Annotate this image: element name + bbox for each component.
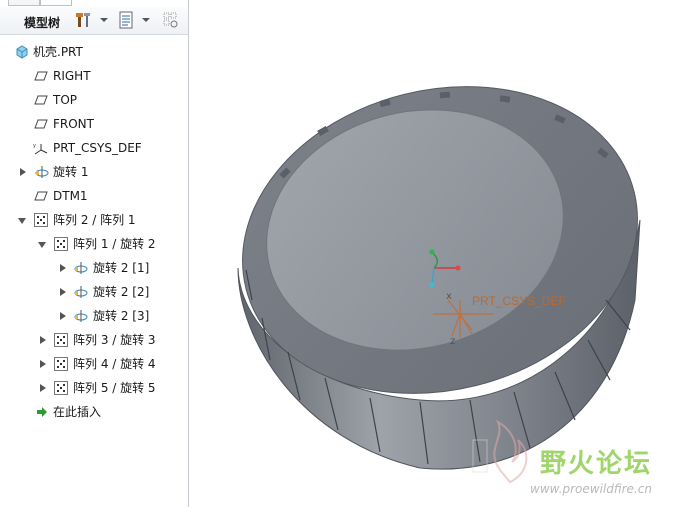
- panel-tabs: [8, 0, 78, 6]
- datum-plane-icon: [34, 189, 48, 203]
- tree-item-label: 阵列 4 / 旋转 4: [73, 357, 156, 371]
- model-tree-panel: 模型树 机壳.PRT RIGHT TOP FRONT y PRT_CSYS_DE…: [0, 0, 189, 507]
- show-filter-icon[interactable]: [162, 11, 180, 29]
- expand-arrow-icon[interactable]: [60, 264, 66, 272]
- model-tree-toolbar: 模型树: [0, 7, 188, 35]
- tab-model-tree[interactable]: [8, 0, 40, 6]
- tree-item-label: FRONT: [53, 117, 94, 131]
- tools-dropdown-icon[interactable]: [100, 18, 108, 22]
- pattern-icon: [54, 357, 68, 371]
- tree-item-revolve-1[interactable]: 旋转 1: [0, 162, 188, 182]
- tree-item-revolve-2-1[interactable]: 旋转 2 [1]: [0, 258, 188, 278]
- settings-dropdown-icon[interactable]: [142, 18, 150, 22]
- tree-item-label: 阵列 1 / 旋转 2: [73, 237, 156, 251]
- tools-icon[interactable]: [75, 11, 93, 29]
- collapse-arrow-icon[interactable]: [38, 242, 46, 248]
- expand-arrow-icon[interactable]: [60, 288, 66, 296]
- tree-item-label: RIGHT: [53, 69, 91, 83]
- csys-x-label: x: [446, 291, 452, 302]
- tree-item-pattern-1[interactable]: 阵列 1 / 旋转 2: [0, 234, 188, 254]
- expand-arrow-icon[interactable]: [40, 360, 46, 368]
- insert-arrow-icon: [36, 405, 50, 419]
- panel-title: 模型树: [24, 16, 61, 30]
- tree-item-label: 旋转 2 [1]: [93, 261, 150, 275]
- watermark-name: 野火论坛: [540, 449, 653, 479]
- tree-item-label: 阵列 2 / 阵列 1: [53, 213, 136, 227]
- part-icon: [15, 45, 29, 59]
- tree-item-csys[interactable]: y PRT_CSYS_DEF: [0, 138, 188, 158]
- expand-arrow-icon[interactable]: [40, 336, 46, 344]
- datum-plane-icon: [34, 93, 48, 107]
- revolve-icon: [34, 165, 49, 179]
- collapse-arrow-icon[interactable]: [18, 218, 26, 224]
- tree-item-label: 旋转 2 [3]: [93, 309, 150, 323]
- tree-item-insert-here[interactable]: 在此插入: [0, 402, 188, 422]
- tree-item-pattern-4[interactable]: 阵列 4 / 旋转 4: [0, 354, 188, 374]
- revolve-icon: [73, 261, 88, 275]
- graphics-viewport[interactable]: x z PRT_CSYS_DEF 野火论坛 www.proewildfire.c…: [190, 0, 683, 507]
- settings-list-icon[interactable]: [117, 11, 135, 29]
- datum-plane-icon: [34, 69, 48, 83]
- tree-item-pattern-3[interactable]: 阵列 3 / 旋转 3: [0, 330, 188, 350]
- pattern-icon: [54, 381, 68, 395]
- watermark-url: www.proewildfire.cn: [530, 482, 652, 496]
- tree-item-label: 阵列 3 / 旋转 3: [73, 333, 156, 347]
- pattern-icon: [34, 213, 48, 227]
- tree-item-label: 旋转 2 [2]: [93, 285, 150, 299]
- svg-text:y: y: [33, 143, 36, 149]
- tree-item-pattern-2[interactable]: 阵列 2 / 阵列 1: [0, 210, 188, 230]
- tree-item-label: 机壳.PRT: [33, 45, 83, 59]
- expand-arrow-icon[interactable]: [20, 168, 26, 176]
- tree-item-dtm1[interactable]: DTM1: [0, 186, 188, 206]
- csys-z-label: z: [450, 336, 455, 347]
- tree-item-revolve-2-2[interactable]: 旋转 2 [2]: [0, 282, 188, 302]
- tree-item-top[interactable]: TOP: [0, 90, 188, 110]
- tree-item-front[interactable]: FRONT: [0, 114, 188, 134]
- coordinate-system-icon: y: [33, 141, 48, 155]
- expand-arrow-icon[interactable]: [60, 312, 66, 320]
- tree-item-label: 阵列 5 / 旋转 5: [73, 381, 156, 395]
- tree-item-revolve-2-3[interactable]: 旋转 2 [3]: [0, 306, 188, 326]
- pattern-icon: [54, 237, 68, 251]
- datum-plane-icon: [34, 117, 48, 131]
- tree-item-label: PRT_CSYS_DEF: [53, 141, 142, 155]
- tab-folder[interactable]: [40, 0, 72, 6]
- tree-item-right[interactable]: RIGHT: [0, 66, 188, 86]
- tree-item-label: 旋转 1: [53, 165, 89, 179]
- tree-item-label: TOP: [53, 93, 78, 107]
- expand-arrow-icon[interactable]: [40, 384, 46, 392]
- tree-item-label: DTM1: [53, 189, 88, 203]
- tree-item-label: 在此插入: [53, 405, 102, 419]
- tree-item-root[interactable]: 机壳.PRT: [0, 42, 188, 62]
- csys-label: PRT_CSYS_DEF: [472, 294, 566, 308]
- model-render: x z: [237, 86, 641, 484]
- tree-item-pattern-5[interactable]: 阵列 5 / 旋转 5: [0, 378, 188, 398]
- revolve-icon: [73, 309, 88, 323]
- revolve-icon: [73, 285, 88, 299]
- pattern-icon: [54, 333, 68, 347]
